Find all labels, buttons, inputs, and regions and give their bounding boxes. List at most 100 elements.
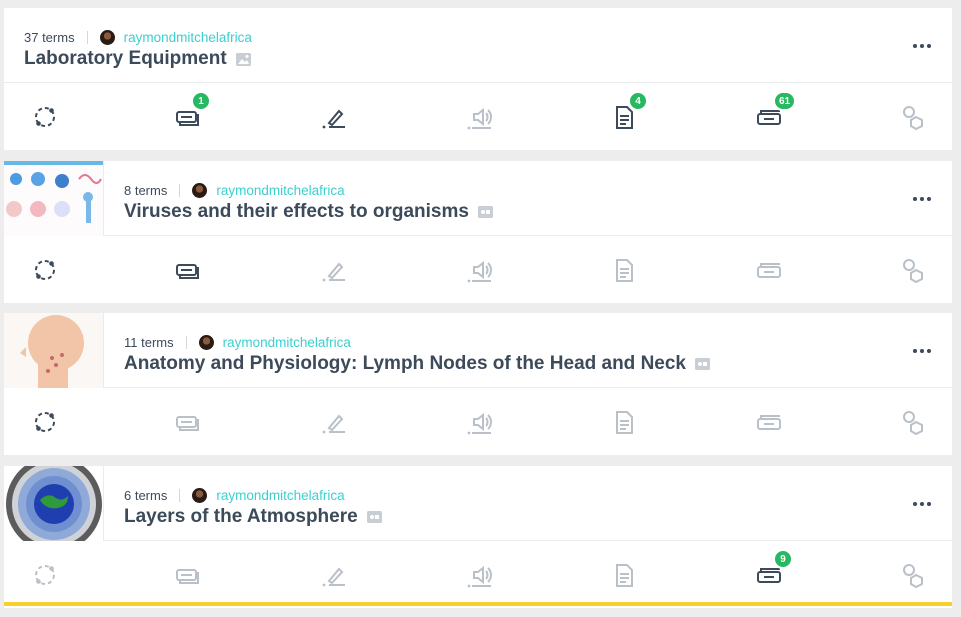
more-options-button[interactable] [913,349,931,353]
write-mode-button[interactable] [317,559,351,591]
more-dot [927,349,931,353]
match-mode-button[interactable]: 61 [752,91,797,133]
username-link[interactable]: raymondmitchelafrica [216,183,344,198]
flashcards-mode-button[interactable]: 1 [170,91,211,133]
study-mode-actions [4,388,952,455]
diagram-icon [477,206,493,218]
test-mode-button[interactable] [607,559,641,591]
term-count: 11 terms [124,335,174,350]
set-meta: 37 terms raymondmitchelafrica [24,30,252,45]
set-title-text: Layers of the Atmosphere [124,506,358,527]
study-set-header: 37 terms raymondmitchelafrica Laboratory E… [4,8,952,83]
gravity-icon [903,411,923,436]
flashcards-mode-button[interactable] [170,406,204,438]
avatar [198,335,214,350]
learn-mode-button[interactable] [28,254,62,286]
spell-icon [467,107,492,130]
test-icon [616,564,633,587]
spell-icon [467,260,492,283]
selected-set-highlight [4,602,952,606]
write-mode-button[interactable] [317,101,351,133]
gravity-mode-button[interactable] [897,101,931,133]
set-meta: 11 terms raymondmitchelafrica [124,335,351,350]
meta-divider [179,184,181,197]
more-options-button[interactable] [913,502,931,506]
meta-divider [179,489,181,502]
gravity-mode-button[interactable] [897,559,931,591]
count-badge: 4 [628,91,648,111]
avatar [192,183,208,198]
username-link[interactable]: raymondmitchelafrica [216,488,344,503]
set-title-text: Viruses and their effects to organisms [124,201,469,222]
image-icon [235,52,251,66]
learn-icon [35,412,55,432]
set-title-text: Laboratory Equipment [24,48,227,69]
learn-mode-button[interactable] [28,559,62,591]
username-link[interactable]: raymondmitchelafrica [124,30,252,45]
write-icon [322,567,345,587]
flashcards-mode-button[interactable] [170,559,204,591]
set-title[interactable]: Viruses and their effects to organisms [124,201,493,223]
write-mode-button[interactable] [317,406,351,438]
study-set-card: 11 terms raymondmitchelafrica Anatomy and … [4,313,952,455]
spell-mode-button[interactable] [463,559,497,591]
match-mode-button[interactable]: 9 [752,549,793,591]
study-set-card: 6 terms raymondmitchelafrica Layers of the… [4,466,952,608]
gravity-icon [903,106,923,131]
spell-mode-button[interactable] [463,406,497,438]
more-dot [927,502,931,506]
more-dot [920,349,924,353]
meta-divider [86,31,88,44]
spell-mode-button[interactable] [463,254,497,286]
gravity-icon [903,564,923,589]
set-thumbnail[interactable] [4,313,104,388]
count-badge: 61 [773,91,797,111]
study-set-card: 37 terms raymondmitchelafrica Laboratory E… [4,8,952,150]
avatar [192,488,208,503]
flashcards-mode-button[interactable] [170,254,204,286]
set-title-text: Anatomy and Physiology: Lymph Nodes of t… [124,353,686,374]
set-title[interactable]: Laboratory Equipment [24,48,251,70]
spell-mode-button[interactable] [463,101,497,133]
more-dot [920,44,924,48]
set-meta: 8 terms raymondmitchelafrica [124,183,345,198]
more-dot [913,197,917,201]
study-set-header: 8 terms raymondmitchelafrica Viruses and t… [4,161,952,236]
write-icon [322,109,345,129]
term-count: 8 terms [124,183,168,198]
diagram-icon [695,358,710,370]
gravity-mode-button[interactable] [897,254,931,286]
set-title[interactable]: Anatomy and Physiology: Lymph Nodes of t… [124,353,710,375]
avatar [99,30,115,45]
set-title[interactable]: Layers of the Atmosphere [124,506,382,528]
test-icon [616,259,633,282]
more-options-button[interactable] [913,197,931,201]
study-set-header: 11 terms raymondmitchelafrica Anatomy and … [4,313,952,388]
write-mode-button[interactable] [317,254,351,286]
term-count: 6 terms [124,488,168,503]
count-badge: 9 [773,549,793,569]
learn-icon [35,107,55,127]
username-link[interactable]: raymondmitchelafrica [223,335,351,350]
spell-icon [467,565,492,588]
learn-mode-button[interactable] [28,406,62,438]
learn-icon [35,565,55,585]
test-mode-button[interactable]: 4 [607,91,648,133]
more-dot [920,197,924,201]
meta-divider [185,336,187,349]
more-options-button[interactable] [913,44,931,48]
study-mode-actions: 1 4 61 [4,83,952,150]
set-thumbnail[interactable] [4,161,104,236]
match-mode-button[interactable] [752,406,786,438]
gravity-icon [903,259,923,284]
gravity-mode-button[interactable] [897,406,931,438]
flashcards-icon [176,569,199,584]
flashcards-icon [176,264,199,279]
match-mode-button[interactable] [752,254,786,286]
test-icon [616,411,633,434]
test-mode-button[interactable] [607,254,641,286]
test-mode-button[interactable] [607,406,641,438]
set-thumbnail[interactable] [4,466,104,541]
match-icon [757,263,781,278]
learn-mode-button[interactable] [28,101,62,133]
